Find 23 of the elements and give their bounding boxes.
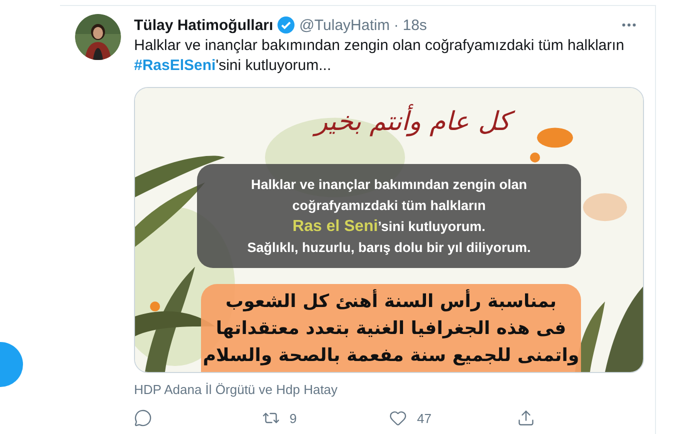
overlay-text: coğrafyamızdaki tüm halkların xyxy=(292,197,486,215)
speech-bubble-icon xyxy=(134,409,152,427)
arabic-text: بمناسبة رأس السنة أهنئ كل الشعوب xyxy=(226,288,556,314)
overlay-text: Ras el Seni’sini kutluyorum. xyxy=(292,217,486,237)
author-name[interactable]: Tülay Hatimoğulları xyxy=(134,16,274,34)
hashtag-link[interactable]: #RasElSeni xyxy=(134,57,216,74)
heart-icon xyxy=(389,409,407,427)
retweet-button[interactable]: 9 xyxy=(262,409,297,427)
image-caption[interactable]: HDP Adana İl Örgütü ve Hdp Hatay xyxy=(134,382,644,397)
avatar[interactable] xyxy=(75,14,121,60)
upload-icon xyxy=(516,409,534,427)
author-handle[interactable]: @TulayHatim xyxy=(299,16,390,34)
reply-button[interactable] xyxy=(134,409,152,427)
calligraphy: كل عام وأنتم بخير xyxy=(305,98,520,152)
arabic-text: فى هذه الجغرافيا الغنية بتعدد معتقداتها xyxy=(216,317,566,341)
arabic-text: واتمنى للجميع سنة مفعمة بالصحة والسلام xyxy=(202,344,580,368)
separator: · xyxy=(394,16,399,34)
like-button[interactable]: 47 xyxy=(389,409,432,427)
tweet-text: Halklar ve inançlar bakımından zengin olan coğrafyamızdaki tüm halkların #RasElSeni'sini kutluyorum... xyxy=(134,36,626,76)
tweet-time[interactable]: 18s xyxy=(402,16,427,34)
overlay-text: Sağlıklı, huzurlu, barış dolu bir yıl diliyorum. xyxy=(247,239,531,257)
overlay-text: Halklar ve inançlar bakımından zengin olan xyxy=(250,176,528,194)
share-button[interactable] xyxy=(516,409,534,427)
